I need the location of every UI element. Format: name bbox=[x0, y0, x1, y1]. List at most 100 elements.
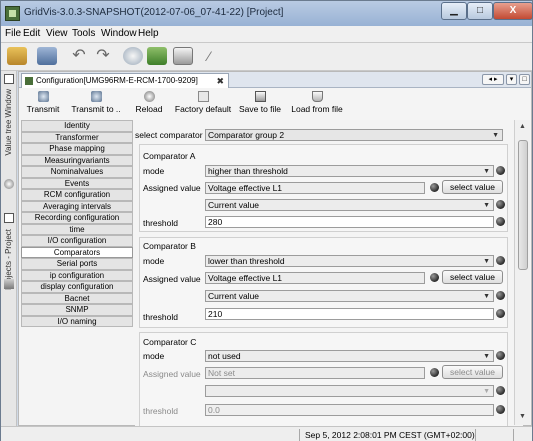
comparator-a-mode-label: mode bbox=[143, 166, 165, 176]
comparator-b-select-value-button[interactable]: select value bbox=[442, 270, 503, 284]
status-led-icon bbox=[496, 309, 505, 318]
transmit-to-button[interactable]: Transmit to .. bbox=[67, 91, 125, 114]
menu-help[interactable]: Help bbox=[138, 28, 159, 39]
comparator-a-select-value-button[interactable]: select value bbox=[442, 180, 503, 194]
value-tree-icon[interactable] bbox=[4, 179, 14, 189]
nav-nominalvalues[interactable]: Nominalvalues bbox=[21, 166, 133, 178]
new-project-icon[interactable] bbox=[7, 47, 27, 65]
scroll-up-icon[interactable]: ▲ bbox=[519, 123, 526, 130]
comparator-c-value-type-select[interactable]: ▼ bbox=[205, 385, 494, 397]
comparator-a-threshold-label: threshold bbox=[143, 218, 178, 228]
comparator-b-title: Comparator B bbox=[143, 241, 196, 251]
content-scrollbar[interactable]: ▲ ▼ bbox=[514, 120, 530, 425]
comparator-c-threshold-input[interactable]: 0.0 bbox=[205, 404, 494, 416]
reload-button[interactable]: Reload bbox=[127, 91, 171, 114]
chevron-down-icon: ▼ bbox=[483, 202, 490, 209]
nav-time[interactable]: time bbox=[21, 223, 133, 235]
nav-snmp[interactable]: SNMP bbox=[21, 304, 133, 316]
comparator-b-value-type-select[interactable]: Current value ▼ bbox=[205, 290, 494, 302]
nav-identity[interactable]: Identity bbox=[21, 120, 133, 132]
nav-comparators[interactable]: Comparators bbox=[21, 246, 133, 258]
undo-icon[interactable]: ↶ bbox=[69, 48, 89, 66]
menu-tools[interactable]: Tools bbox=[72, 28, 95, 39]
nav-averaging-intervals[interactable]: Averaging intervals bbox=[21, 200, 133, 212]
comparator-b-threshold-input[interactable]: 210 bbox=[205, 308, 494, 320]
maximize-button[interactable]: □ bbox=[467, 2, 493, 20]
nav-display-configuration[interactable]: display configuration bbox=[21, 281, 133, 293]
nav-io-configuration[interactable]: I/O configuration bbox=[21, 235, 133, 247]
nav-rcm-configuration[interactable]: RCM configuration bbox=[21, 189, 133, 201]
comparator-c-title: Comparator C bbox=[143, 337, 197, 347]
nav-recording-configuration[interactable]: Recording configuration bbox=[21, 212, 133, 224]
comparator-group-select[interactable]: Comparator group 2 ▼ bbox=[205, 129, 503, 141]
nav-serial-ports[interactable]: Serial ports bbox=[21, 258, 133, 270]
editor-toolbar: Transmit Transmit to .. Reload Factory d… bbox=[19, 88, 531, 119]
nav-ip-configuration[interactable]: ip configuration bbox=[21, 269, 133, 281]
redo-icon[interactable]: ↷ bbox=[93, 48, 113, 66]
transmit-icon bbox=[37, 91, 49, 102]
value-tree-tab[interactable]: Value tree Window bbox=[4, 89, 13, 156]
nav-io-naming[interactable]: I/O naming bbox=[21, 315, 133, 327]
factory-default-icon bbox=[197, 91, 209, 102]
chevron-down-icon: ▼ bbox=[492, 132, 499, 139]
scroll-down-icon[interactable]: ▼ bbox=[519, 413, 526, 420]
status-divider bbox=[513, 429, 514, 441]
status-led-icon bbox=[496, 256, 505, 265]
comparator-b-assigned-label: Assigned value bbox=[143, 274, 201, 284]
refresh-icon[interactable] bbox=[123, 47, 143, 65]
tab-scroll-arrows[interactable]: ◂ ▸ bbox=[482, 74, 504, 85]
comparator-c-select-value-button[interactable]: select value bbox=[442, 365, 503, 379]
projects-icon[interactable] bbox=[4, 279, 14, 289]
restore-icon[interactable] bbox=[4, 213, 14, 223]
status-led-icon bbox=[496, 405, 505, 414]
comparator-c-mode-select[interactable]: not used ▼ bbox=[205, 350, 494, 362]
window-icon[interactable] bbox=[173, 47, 193, 65]
device-icon bbox=[25, 77, 33, 85]
load-file-icon bbox=[311, 91, 323, 102]
close-button[interactable]: X bbox=[493, 2, 533, 20]
comparator-a-mode-select[interactable]: higher than threshold ▼ bbox=[205, 165, 494, 177]
comparator-c-threshold-label: threshold bbox=[143, 406, 178, 416]
save-to-file-button[interactable]: Save to file bbox=[237, 91, 283, 114]
main-toolbar: ↶ ↷ ⁄ bbox=[1, 43, 532, 71]
save-icon[interactable] bbox=[37, 47, 57, 65]
scrollbar-thumb[interactable] bbox=[518, 140, 528, 270]
comparator-a-threshold-input[interactable]: 280 bbox=[205, 216, 494, 228]
title-bar[interactable]: GridVis-3.0.3-SNAPSHOT(2012-07-06_07-41-… bbox=[1, 1, 533, 26]
status-led-icon bbox=[430, 368, 439, 377]
status-led-icon bbox=[496, 386, 505, 395]
comparator-b-assigned-value: Voltage effective L1 bbox=[205, 272, 425, 284]
comparator-b-mode-label: mode bbox=[143, 256, 165, 266]
comparator-b-mode-select[interactable]: lower than threshold ▼ bbox=[205, 255, 494, 267]
maximize-editor-button[interactable]: □ bbox=[519, 74, 530, 85]
nav-measuringvariants[interactable]: Measuringvariants bbox=[21, 154, 133, 166]
factory-default-button[interactable]: Factory default bbox=[173, 91, 233, 114]
menu-file[interactable]: File bbox=[5, 28, 21, 39]
configuration-editor: Configuration[UMG96RM-E-RCM-1700-9209] ✖… bbox=[18, 71, 532, 427]
comparator-a-value-type-select[interactable]: Current value ▼ bbox=[205, 199, 494, 211]
chevron-down-icon: ▼ bbox=[483, 293, 490, 300]
transmit-to-icon bbox=[90, 91, 102, 102]
menu-view[interactable]: View bbox=[46, 28, 68, 39]
transmit-button[interactable]: Transmit bbox=[25, 91, 61, 114]
close-icon[interactable]: ✖ bbox=[216, 74, 224, 88]
nav-transformer[interactable]: Transformer bbox=[21, 131, 133, 143]
status-divider bbox=[475, 429, 476, 441]
reload-icon bbox=[143, 91, 155, 102]
minimize-button[interactable]: ▁ bbox=[441, 2, 467, 20]
load-from-file-button[interactable]: Load from file bbox=[287, 91, 347, 114]
tab-configuration[interactable]: Configuration[UMG96RM-E-RCM-1700-9209] ✖ bbox=[21, 73, 229, 88]
nav-bacnet[interactable]: Bacnet bbox=[21, 292, 133, 304]
select-comparator-label: select comparator bbox=[135, 130, 203, 140]
tab-list-dropdown[interactable]: ▾ bbox=[506, 74, 517, 85]
menu-window[interactable]: Window bbox=[101, 28, 137, 39]
nav-events[interactable]: Events bbox=[21, 177, 133, 189]
menu-edit[interactable]: Edit bbox=[23, 28, 40, 39]
editor-tabstrip: Configuration[UMG96RM-E-RCM-1700-9209] ✖… bbox=[19, 72, 531, 88]
restore-icon[interactable] bbox=[4, 74, 14, 84]
device-icon[interactable] bbox=[147, 47, 167, 65]
comparator-c-mode-label: mode bbox=[143, 351, 165, 361]
menu-bar: File Edit View Tools Window Help bbox=[1, 26, 532, 43]
wand-icon[interactable]: ⁄ bbox=[199, 49, 219, 67]
nav-phase-mapping[interactable]: Phase mapping bbox=[21, 143, 133, 155]
